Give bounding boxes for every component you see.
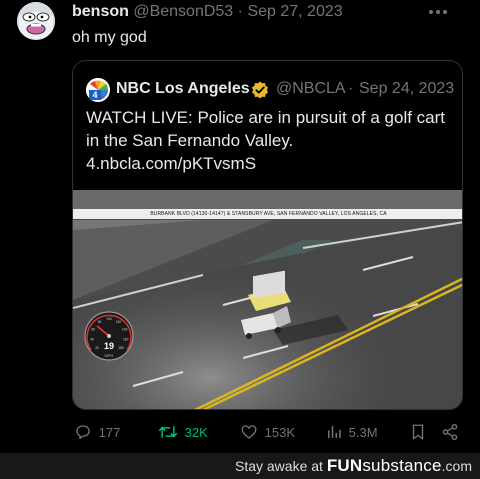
reply-button[interactable]: 177 [74, 423, 120, 441]
gauge-tick-label: 120 [116, 320, 122, 324]
retweet-count: 32K [184, 424, 208, 440]
retweet-button[interactable]: 32K [158, 423, 208, 441]
tweet-actions-bar: 177 32K 153K 5.3M [72, 420, 467, 446]
speed-readout: 19 [103, 341, 114, 351]
quoted-tweet-body: WATCH LIVE: Police are in pursuit of a g… [86, 108, 446, 150]
aerial-road-scene: 20406080100120140160180 [73, 190, 462, 409]
bookmark-icon [412, 424, 424, 440]
speed-unit: MPH [104, 353, 114, 358]
share-icon [442, 423, 458, 441]
quoted-tweet-text: WATCH LIVE: Police are in pursuit of a g… [86, 106, 456, 175]
avatar[interactable] [17, 2, 55, 40]
reply-count: 177 [98, 424, 121, 440]
video-thumbnail[interactable]: 20 40 60 80 100 120 140 160 180 BURBANK BLVD (14… [73, 190, 462, 409]
quoted-header-separator: · [348, 80, 354, 97]
tweet-text: oh my god [72, 29, 147, 46]
heart-icon [241, 425, 257, 439]
gauge-tick-label: 100 [106, 317, 112, 321]
like-button[interactable]: 153K [240, 423, 295, 441]
bookmark-button[interactable] [410, 423, 426, 441]
quoted-author-name[interactable]: NBC Los Angeles [116, 80, 251, 98]
author-name[interactable]: benson [72, 3, 129, 20]
retweet-icon [158, 426, 178, 438]
views-icon [328, 426, 341, 438]
svg-text:4: 4 [92, 90, 97, 100]
header-separator: · [237, 3, 243, 20]
watermark-brand-rest: substance [362, 456, 442, 475]
share-button[interactable] [441, 423, 459, 441]
more-icon[interactable] [426, 5, 450, 19]
like-count: 153K [264, 424, 295, 440]
views-count: 5.3M [348, 424, 378, 440]
avatar-face-icon [17, 2, 55, 40]
author-handle[interactable]: @BensonD53 [133, 3, 233, 20]
verified-badge-icon [252, 81, 268, 99]
watermark-prefix: Stay awake at [234, 458, 327, 474]
nbc-logo-icon: 4 [86, 78, 110, 102]
gauge-tick-label: 80 [98, 320, 102, 324]
views-button[interactable]: 5.3M [326, 423, 378, 441]
reply-icon [76, 425, 90, 440]
watermark-suffix: .com [441, 458, 472, 474]
quoted-tweet-header: 4 NBC Los Angeles @NBCLA · Sep 24, 2023 [86, 78, 461, 102]
tweet-header: benson @BensonD53 · Sep 27, 2023 [72, 3, 343, 21]
funsubstance-watermark: Stay awake at FUNsubstance.com [0, 453, 480, 479]
gauge-tick-label: 140 [122, 328, 128, 332]
location-banner: BURBANK BLVD (14130-14147) & STANSBURY A… [73, 209, 462, 219]
quoted-tweet-date[interactable]: Sep 24, 2023 [359, 80, 454, 98]
quoted-tweet-card[interactable]: 4 NBC Los Angeles @NBCLA · Sep 24, 2023 … [72, 60, 463, 410]
watermark-brand-bold: FUN [326, 456, 363, 475]
gauge-tick-label: 60 [92, 328, 96, 332]
quoted-tweet-link[interactable]: 4.nbcla.com/pKTvsmS [86, 152, 456, 175]
quoted-author-handle[interactable]: @NBCLA [276, 80, 346, 98]
tweet-date[interactable]: Sep 27, 2023 [247, 3, 342, 20]
